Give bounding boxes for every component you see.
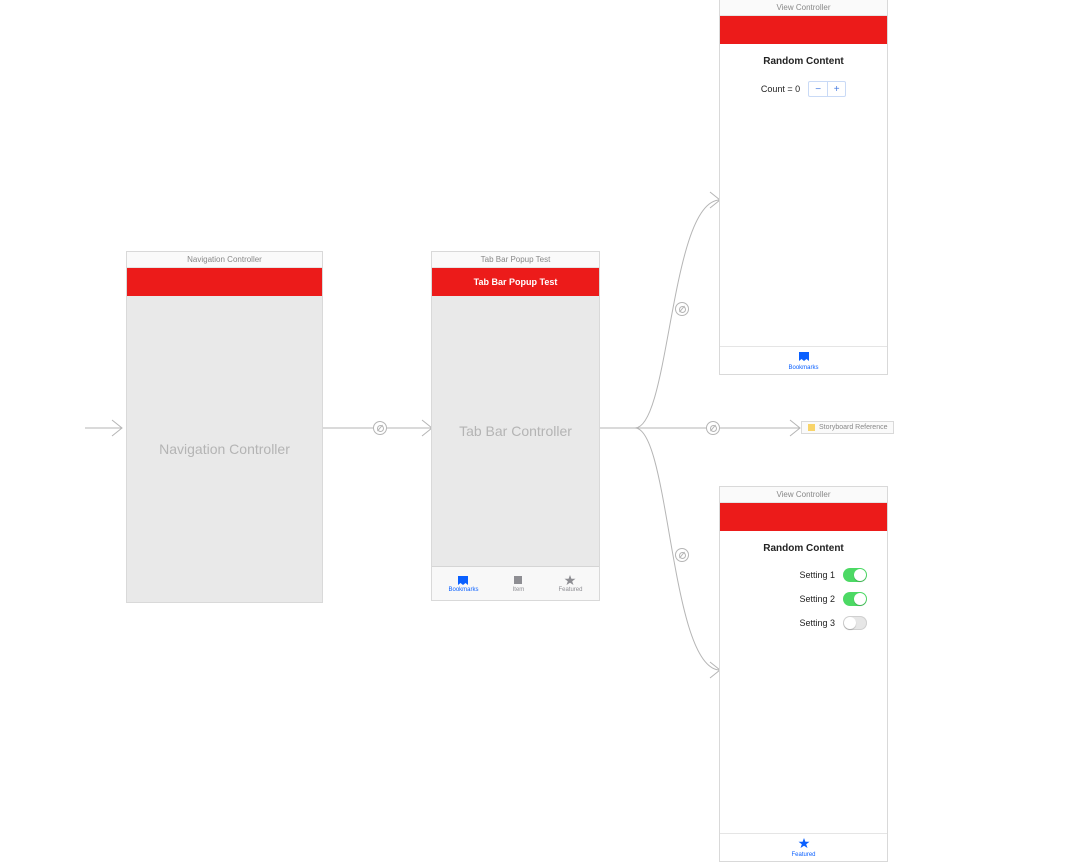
scene-body: Navigation Controller — [127, 296, 322, 602]
settings-list: Setting 1 Setting 2 Setting 3 — [740, 568, 867, 630]
tab-bar: Bookmarks Item Featured — [432, 566, 599, 600]
nav-bar: Tab Bar Popup Test — [432, 268, 599, 296]
bookmarks-icon — [797, 351, 811, 364]
segue-badge[interactable] — [706, 421, 720, 435]
toggle-setting-3[interactable] — [843, 616, 867, 630]
scene-title: Tab Bar Popup Test — [432, 252, 599, 268]
nav-bar — [127, 268, 322, 296]
setting-label: Setting 3 — [799, 618, 835, 628]
setting-label: Setting 2 — [799, 594, 835, 604]
square-icon — [511, 574, 525, 586]
tab-bar: Bookmarks — [720, 346, 887, 374]
nav-title: Tab Bar Popup Test — [474, 277, 558, 287]
setting-row: Setting 2 — [740, 592, 867, 606]
star-icon — [798, 838, 810, 851]
tab-item-bookmarks[interactable]: Bookmarks — [448, 574, 478, 593]
scene-body: Tab Bar Controller — [432, 296, 599, 566]
storyboard-icon — [808, 424, 815, 431]
toggle-setting-1[interactable] — [843, 568, 867, 582]
tab-item-label: Featured — [558, 587, 582, 593]
scene-view-controller-2[interactable]: View Controller Random Content Setting 1… — [720, 487, 887, 861]
nav-bar — [720, 16, 887, 44]
bookmarks-icon — [456, 574, 470, 586]
setting-row: Setting 3 — [740, 616, 867, 630]
storyboard-reference[interactable]: Storyboard Reference — [801, 421, 894, 434]
stepper-plus-button[interactable]: + — [827, 82, 845, 96]
toggle-setting-2[interactable] — [843, 592, 867, 606]
scene-body: Random Content Setting 1 Setting 2 Setti… — [720, 531, 887, 833]
scene-title: View Controller — [720, 487, 887, 503]
tab-item-item[interactable]: Item — [511, 574, 525, 593]
content-heading: Random Content — [720, 44, 887, 67]
tab-item-label: Bookmarks — [448, 587, 478, 593]
tab-item-label: Bookmarks — [788, 365, 818, 371]
scene-view-controller-1[interactable]: View Controller Random Content Count = 0… — [720, 0, 887, 374]
setting-label: Setting 1 — [799, 570, 835, 580]
segue-badge[interactable] — [675, 302, 689, 316]
tab-item-label: Featured — [791, 852, 815, 858]
stepper: − + — [808, 81, 846, 97]
setting-row: Setting 1 — [740, 568, 867, 582]
segue-badge[interactable] — [675, 548, 689, 562]
scene-title: View Controller — [720, 0, 887, 16]
scene-navigation-controller[interactable]: Navigation Controller Navigation Control… — [127, 252, 322, 602]
nav-bar — [720, 503, 887, 531]
stepper-minus-button[interactable]: − — [809, 82, 827, 96]
count-label: Count = 0 — [761, 84, 800, 94]
storyboard-canvas: Navigation Controller Navigation Control… — [0, 0, 1091, 862]
placeholder-label: Navigation Controller — [159, 441, 290, 457]
placeholder-label: Tab Bar Controller — [459, 423, 572, 439]
count-row: Count = 0 − + — [720, 81, 887, 97]
tab-bar: Featured — [720, 833, 887, 861]
star-icon — [563, 574, 577, 586]
storyboard-reference-label: Storyboard Reference — [819, 424, 887, 431]
content-heading: Random Content — [720, 531, 887, 554]
scene-title: Navigation Controller — [127, 252, 322, 268]
scene-tab-bar-controller[interactable]: Tab Bar Popup Test Tab Bar Popup Test Ta… — [432, 252, 599, 600]
tab-item-label: Item — [513, 587, 525, 593]
segue-badge[interactable] — [373, 421, 387, 435]
scene-body: Random Content Count = 0 − + — [720, 44, 887, 346]
tab-item-featured[interactable]: Featured — [558, 574, 582, 593]
